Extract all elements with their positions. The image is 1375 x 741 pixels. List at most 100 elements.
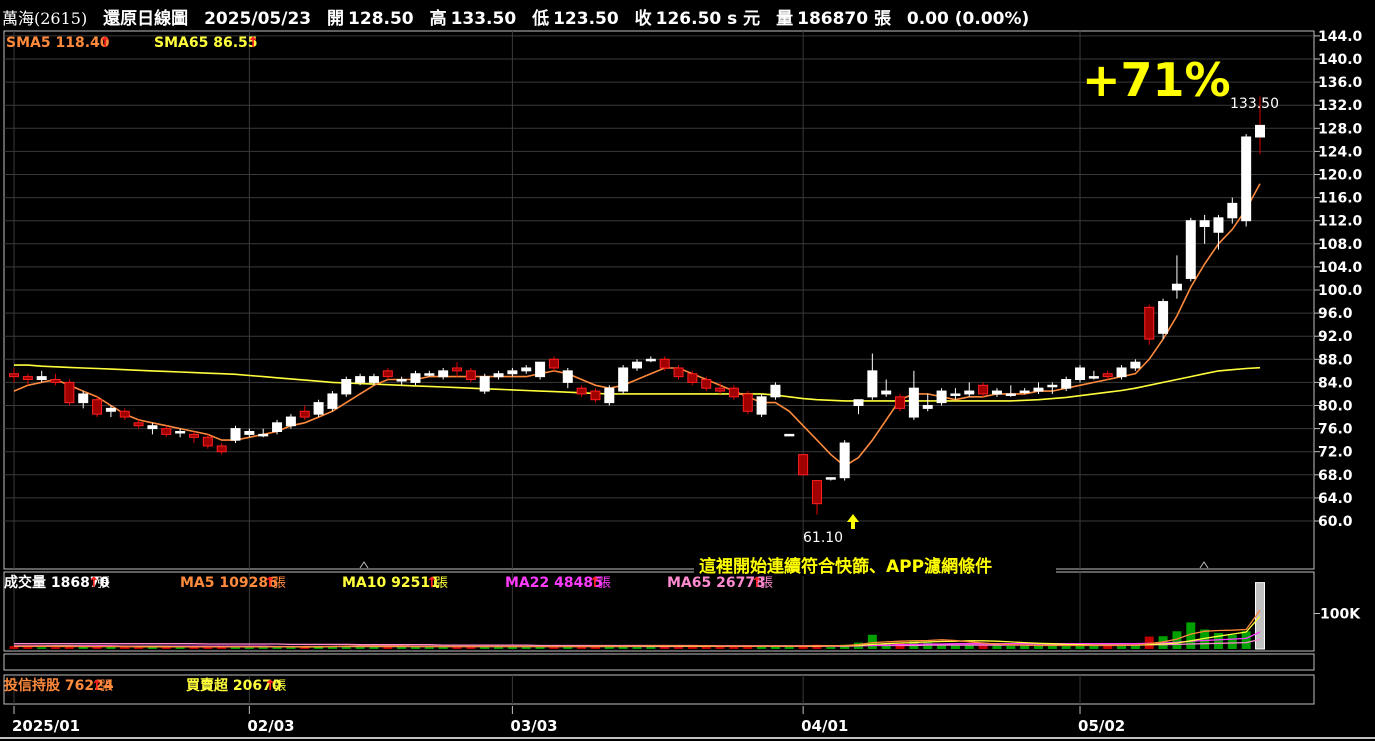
price-tick-label: 132.0 bbox=[1318, 98, 1363, 114]
volume-ma10-line bbox=[14, 615, 1261, 648]
price-tick-label: 140.0 bbox=[1318, 52, 1363, 68]
candle-body bbox=[839, 442, 850, 479]
up-arrow-icon bbox=[847, 514, 859, 529]
candle-body bbox=[175, 430, 186, 434]
date-tick-label: 03/03 bbox=[510, 717, 557, 735]
candle-body bbox=[22, 376, 33, 381]
price-legend-label: SMA5 118.40 bbox=[6, 35, 110, 51]
price-tick-label: 88.0 bbox=[1318, 352, 1353, 368]
candle-body bbox=[853, 399, 864, 407]
candle-body bbox=[715, 387, 726, 392]
volume-bar bbox=[729, 646, 739, 649]
institution-legend-unit: 張 bbox=[273, 679, 286, 694]
candle-body bbox=[92, 399, 103, 415]
price-tick-label: 112.0 bbox=[1318, 214, 1363, 230]
candle-body bbox=[728, 387, 739, 398]
candle-body bbox=[1005, 393, 1016, 396]
volume-bar bbox=[106, 646, 116, 649]
candle-body bbox=[1130, 361, 1141, 369]
candle-body bbox=[9, 373, 19, 378]
candle-body bbox=[493, 373, 504, 378]
volume-legend-unit: 張 bbox=[598, 576, 611, 591]
candle-body bbox=[604, 387, 615, 404]
price-tick-label: 120.0 bbox=[1318, 168, 1363, 184]
date-tick-label: 05/02 bbox=[1078, 717, 1125, 735]
volume-bar bbox=[51, 647, 61, 649]
volume-bar bbox=[438, 646, 448, 649]
price-tick-label: 136.0 bbox=[1318, 75, 1363, 91]
candle-body bbox=[1102, 373, 1113, 378]
price-tick-label: 84.0 bbox=[1318, 375, 1353, 391]
price-tick-label: 128.0 bbox=[1318, 121, 1363, 137]
price-tick-label: 96.0 bbox=[1318, 306, 1353, 322]
candle-body bbox=[341, 379, 352, 395]
volume-bar bbox=[424, 646, 434, 649]
volume-legend-unit: 張 bbox=[97, 576, 110, 591]
candle-body bbox=[424, 373, 435, 376]
candle-body bbox=[410, 373, 421, 383]
sma5-line bbox=[13, 183, 1261, 468]
gain-annotation: +71% bbox=[1082, 53, 1231, 107]
candle-body bbox=[576, 387, 587, 395]
volume-bar bbox=[397, 646, 407, 649]
candle-body bbox=[368, 376, 379, 383]
candle-body bbox=[1185, 220, 1196, 279]
price-legend-label: SMA65 86.55 bbox=[154, 35, 258, 51]
volume-bar bbox=[1227, 634, 1237, 649]
candle-body bbox=[382, 370, 393, 378]
high-price-label: 133.50 bbox=[1230, 96, 1279, 112]
price-tick-label: 68.0 bbox=[1318, 468, 1353, 484]
candle-body bbox=[867, 370, 878, 398]
candle-body bbox=[479, 376, 490, 392]
candle-body bbox=[742, 393, 753, 412]
volume-bar bbox=[23, 646, 33, 649]
candle-body bbox=[161, 428, 172, 435]
candle-body bbox=[147, 425, 158, 430]
candle-body bbox=[438, 370, 449, 378]
volume-bar bbox=[1241, 631, 1251, 649]
candle-body bbox=[645, 358, 656, 362]
candle-body bbox=[202, 436, 213, 447]
last-candle-body bbox=[1255, 124, 1265, 138]
spacer-panel-frame bbox=[3, 653, 1315, 671]
candle-body bbox=[105, 407, 116, 412]
price-tick-label: 76.0 bbox=[1318, 422, 1353, 438]
candle-body bbox=[978, 384, 989, 395]
candle-body bbox=[535, 361, 546, 378]
date-tick-label: 2025/01 bbox=[12, 717, 80, 735]
price-tick-label: 116.0 bbox=[1318, 191, 1363, 207]
candle-body bbox=[1061, 379, 1072, 389]
volume-ma5-line bbox=[14, 609, 1261, 648]
candle-body bbox=[1075, 367, 1086, 381]
price-tick-label: 80.0 bbox=[1318, 399, 1353, 415]
volume-axis-label: 100K bbox=[1320, 607, 1361, 623]
candle-body bbox=[632, 361, 642, 369]
volume-bar bbox=[1006, 645, 1016, 649]
candle-body bbox=[908, 387, 919, 418]
candle-body bbox=[562, 370, 573, 383]
marker-triangle-icon bbox=[359, 561, 369, 569]
candle-body bbox=[590, 390, 601, 401]
candle-body bbox=[1171, 283, 1182, 291]
candle-body bbox=[1047, 384, 1058, 388]
price-tick-label: 92.0 bbox=[1318, 329, 1353, 345]
candle-body bbox=[36, 376, 47, 381]
price-tick-label: 100.0 bbox=[1318, 283, 1363, 299]
candle-body bbox=[701, 379, 712, 389]
candle-body bbox=[1213, 217, 1224, 233]
candle-body bbox=[964, 390, 975, 395]
volume-bar bbox=[37, 647, 47, 649]
date-tick-label: 02/03 bbox=[247, 717, 294, 735]
volume-bar bbox=[1033, 645, 1043, 649]
volume-bar bbox=[494, 646, 504, 649]
candle-body bbox=[452, 367, 463, 372]
institution-legend-unit: 張 bbox=[100, 679, 113, 694]
candle-body bbox=[78, 393, 89, 404]
candle-body bbox=[244, 430, 255, 435]
candle-body bbox=[327, 393, 338, 409]
candle-body bbox=[1227, 202, 1238, 219]
candle-body bbox=[64, 381, 75, 404]
candle-body bbox=[825, 477, 836, 480]
up-arrow-icon: ↑ bbox=[247, 35, 259, 51]
candle-body bbox=[465, 370, 476, 381]
